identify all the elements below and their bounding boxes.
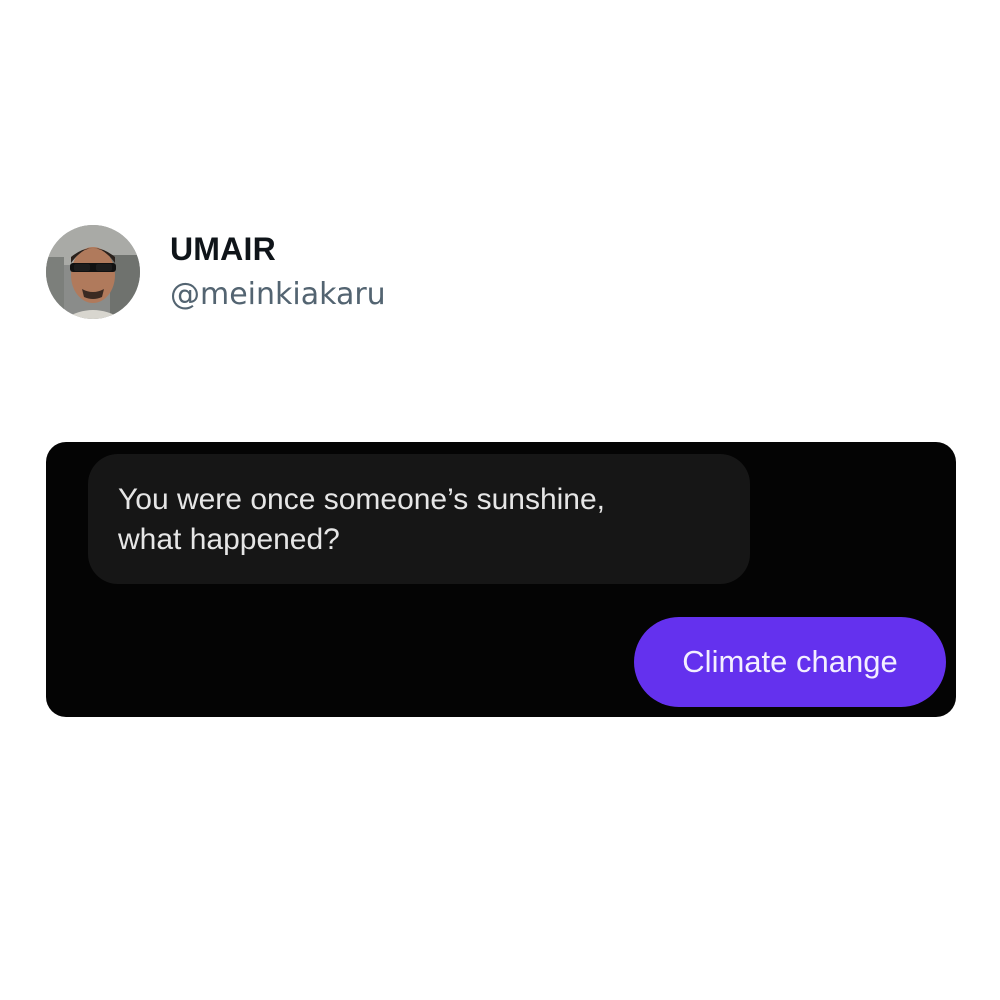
chat-screenshot: You were once someone’s sunshine, what h… — [46, 442, 956, 717]
sent-message-text: Climate change — [682, 644, 898, 679]
author-display-name[interactable]: UMAIR — [170, 229, 386, 269]
avatar[interactable] — [46, 225, 140, 319]
sent-message-bubble: Climate change — [634, 617, 946, 707]
author-handle[interactable]: @meinkiakaru — [170, 275, 386, 315]
author-info: UMAIR @meinkiakaru — [170, 229, 386, 315]
received-message-line-2: what happened? — [118, 523, 340, 556]
received-message-line-1: You were once someone’s sunshine, — [118, 483, 606, 516]
avatar-photo-icon — [46, 225, 140, 319]
received-message-bubble: You were once someone’s sunshine, what h… — [88, 454, 750, 584]
tweet-header: UMAIR @meinkiakaru — [46, 225, 386, 319]
tweet-card: UMAIR @meinkiakaru You were once someone… — [0, 0, 1000, 1000]
